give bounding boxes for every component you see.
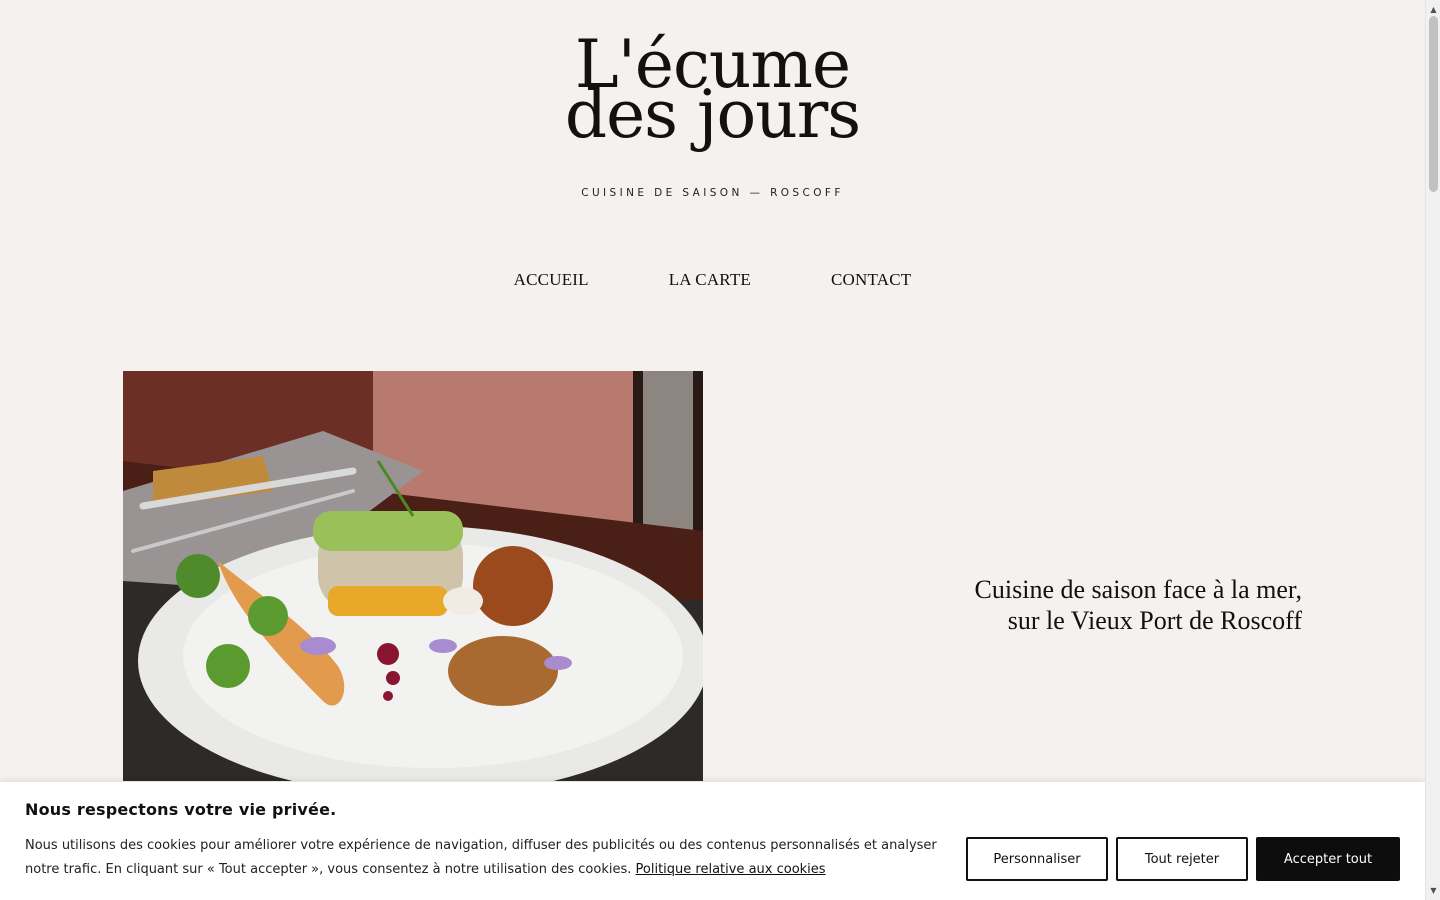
main-nav: ACCUEIL LA CARTE CONTACT [0,270,1425,290]
nav-item-la-carte[interactable]: LA CARTE [669,270,751,290]
cookie-policy-link[interactable]: Politique relative aux cookies [636,862,826,877]
hero-dish-image [123,371,703,781]
cookie-banner: Nous respectons votre vie privée. Nous u… [0,782,1425,900]
hero-text-line-1: Cuisine de saison face à la mer, [974,575,1302,604]
cookie-title: Nous respectons votre vie privée. [25,800,337,819]
hero-tagline: Cuisine de saison face à la mer, sur le … [975,574,1302,636]
scroll-thumb[interactable] [1429,16,1438,192]
cookie-body: Nous utilisons des cookies pour améliore… [25,834,945,882]
tagline: CUISINE DE SAISON — ROSCOFF [581,187,844,199]
page: L'écume des jours CUISINE DE SAISON — RO… [0,0,1425,900]
site-logo[interactable]: L'écume des jours [0,32,1425,153]
nav-item-contact[interactable]: CONTACT [831,270,911,290]
scroll-up-icon[interactable]: ▲ [1426,2,1440,17]
nav-item-accueil[interactable]: ACCUEIL [514,270,589,290]
customize-button[interactable]: Personnaliser [966,837,1108,881]
vertical-scrollbar[interactable]: ▲ ▼ [1425,0,1440,900]
plated-dish-photo-icon [123,371,703,781]
reject-all-button[interactable]: Tout rejeter [1116,837,1248,881]
accept-all-button[interactable]: Accepter tout [1256,837,1400,881]
logo-line-2: des jours [564,76,861,153]
hero-text-line-2: sur le Vieux Port de Roscoff [1007,606,1302,635]
scroll-down-icon[interactable]: ▼ [1426,883,1440,898]
